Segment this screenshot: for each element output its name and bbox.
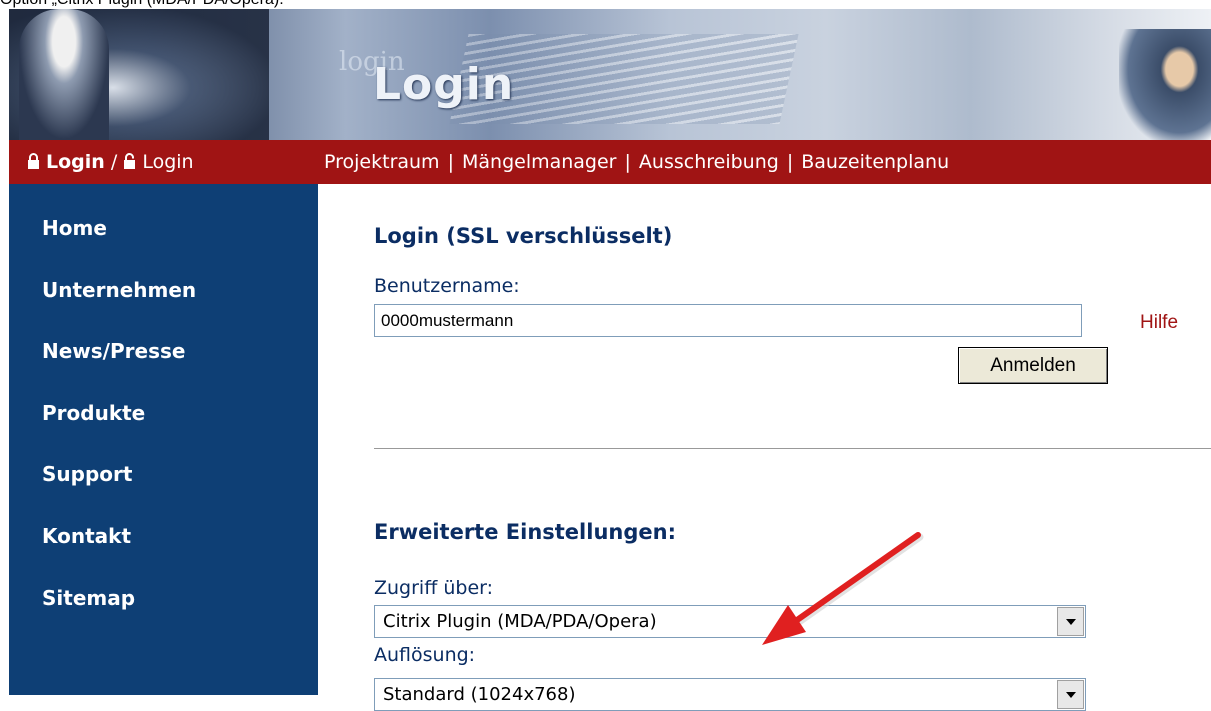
sidebar-item-produkte[interactable]: Produkte	[42, 401, 145, 425]
chevron-down-icon	[1066, 692, 1076, 698]
login-link-plain[interactable]: Login	[142, 151, 193, 173]
nav-separator: |	[447, 151, 454, 173]
header-banner: login Login	[9, 9, 1211, 140]
nav-link-bauzeitenplanung[interactable]: Bauzeitenplanu	[801, 151, 949, 173]
access-select[interactable]: Citrix Plugin (MDA/PDA/Opera)	[374, 605, 1086, 638]
resolution-label: Auflösung:	[374, 644, 476, 666]
login-breadcrumb: Login / Login	[27, 140, 194, 184]
top-navigation-bar: Login / Login Projektraum | Mängelmanager |…	[9, 140, 1211, 184]
top-nav-links: Projektraum | Mängelmanager | Ausschreibung |…	[324, 140, 949, 184]
nav-separator: |	[786, 151, 794, 173]
unlock-icon	[124, 153, 136, 169]
sidebar-item-sitemap[interactable]: Sitemap	[42, 586, 135, 610]
username-label: Benutzername:	[374, 275, 520, 297]
login-link-active[interactable]: Login	[46, 151, 105, 173]
sidebar-item-kontakt[interactable]: Kontakt	[42, 524, 131, 548]
login-button[interactable]: Anmelden	[958, 347, 1108, 384]
sidebar-item-unternehmen[interactable]: Unternehmen	[42, 278, 196, 302]
username-input[interactable]	[374, 304, 1082, 337]
help-link[interactable]: Hilfe	[1140, 312, 1178, 334]
section-divider	[374, 448, 1211, 449]
nav-link-ausschreibung[interactable]: Ausschreibung	[639, 151, 779, 173]
sidebar-item-news-presse[interactable]: News/Presse	[42, 339, 185, 363]
login-separator: /	[110, 151, 118, 173]
advanced-settings-heading: Erweiterte Einstellungen:	[374, 520, 676, 544]
main-content: Login (SSL verschlüsselt) Benutzername: …	[318, 184, 1211, 711]
access-label: Zugriff über:	[374, 577, 494, 599]
login-heading: Login (SSL verschlüsselt)	[374, 224, 673, 248]
banner-person-right	[1119, 29, 1211, 140]
sidebar-navigation: Home Unternehmen News/Presse Produkte Su…	[9, 184, 318, 695]
caption-text: Option „Citrix Plugin (MDA/PDA/Opera).	[0, 0, 1211, 8]
nav-link-maengelmanager[interactable]: Mängelmanager	[462, 151, 617, 173]
banner-person-left	[19, 9, 109, 140]
dropdown-button[interactable]	[1057, 607, 1084, 636]
chevron-down-icon	[1066, 619, 1076, 625]
sidebar-item-support[interactable]: Support	[42, 462, 132, 486]
sidebar-item-home[interactable]: Home	[42, 216, 107, 240]
banner-title: Login	[373, 59, 515, 110]
nav-link-projektraum[interactable]: Projektraum	[324, 151, 440, 173]
nav-separator: |	[624, 151, 631, 173]
lock-icon	[28, 153, 39, 169]
access-select-value: Citrix Plugin (MDA/PDA/Opera)	[383, 611, 657, 632]
